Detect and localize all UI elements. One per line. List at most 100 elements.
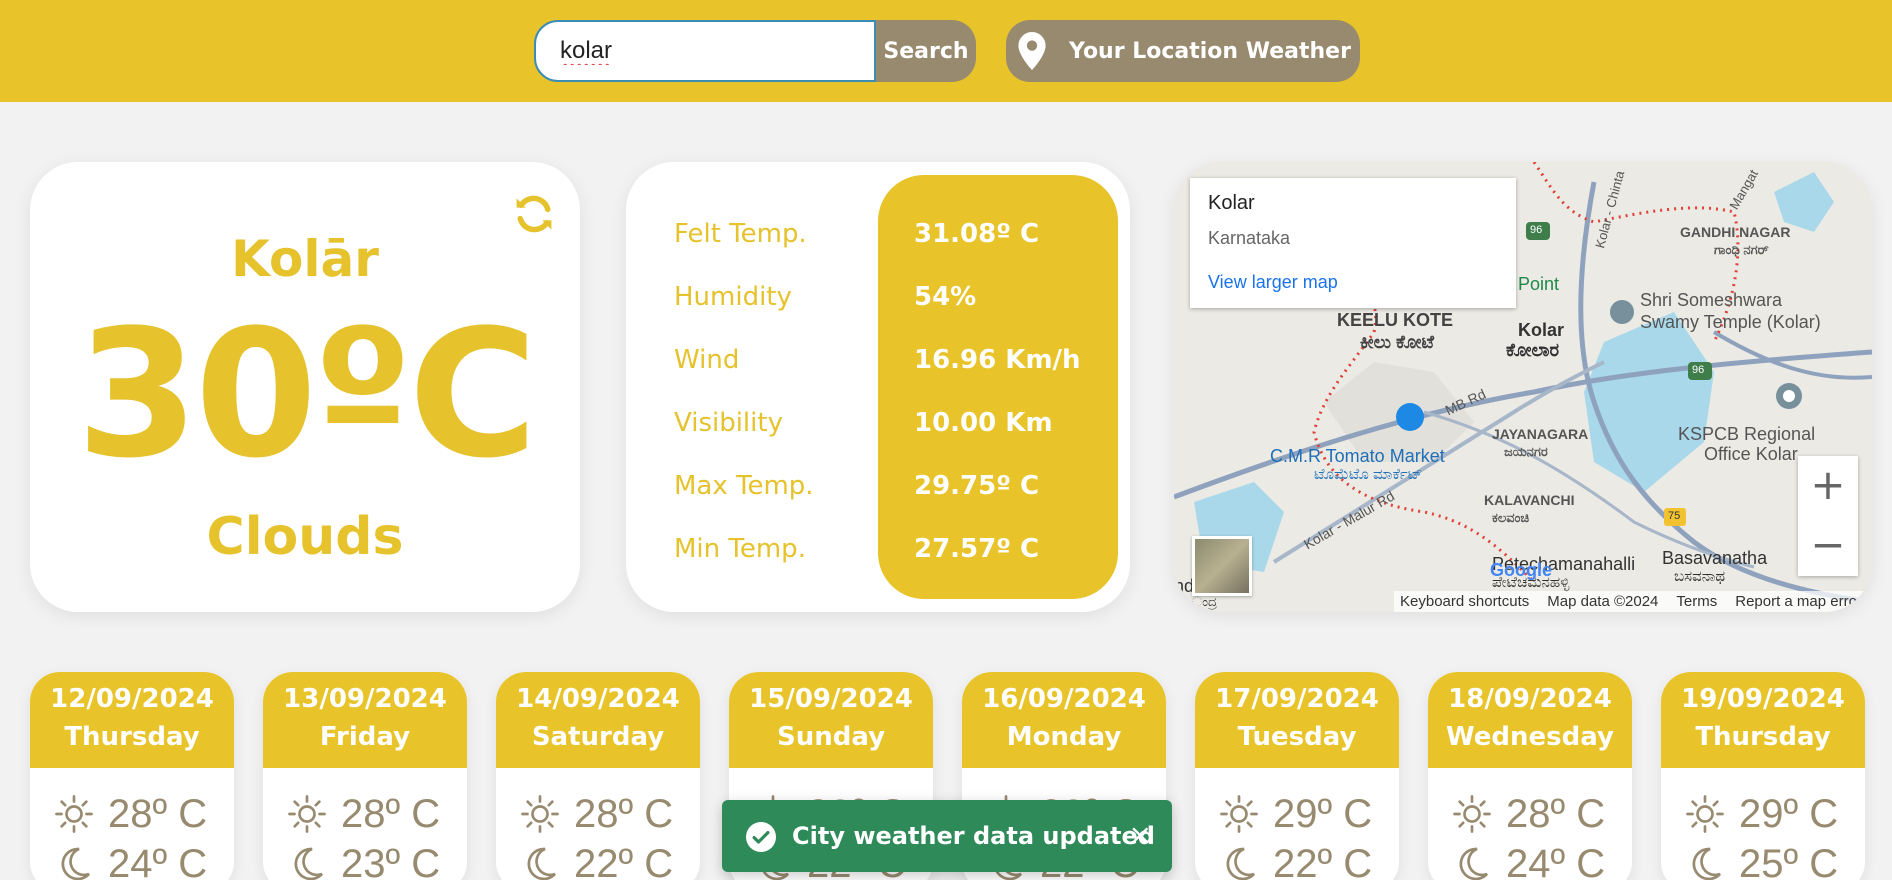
road-number: 96: [1530, 224, 1543, 236]
temple-marker-icon[interactable]: [1610, 300, 1634, 324]
detail-label: Visibility: [674, 408, 783, 438]
map-label: ಕಲವಂಚಿ: [1492, 510, 1530, 525]
location-map[interactable]: 96 96 75 KEELU KOTE ಕೀಲು ಕೋಟೆ Kolar ಕೋಲಾ…: [1174, 162, 1872, 612]
view-larger-map-link[interactable]: View larger map: [1208, 272, 1338, 293]
detail-label: Max Temp.: [674, 471, 814, 501]
forecast-header: 19/09/2024 Thursday: [1661, 672, 1865, 768]
terms-link[interactable]: Terms: [1676, 591, 1717, 612]
report-error-link[interactable]: Report a map erro: [1735, 591, 1857, 612]
sun-icon: [521, 795, 559, 833]
road-number: 96: [1692, 364, 1705, 376]
forecast-card: 19/09/2024 Thursday 29º C 25º C: [1661, 672, 1865, 880]
zoom-controls: + −: [1798, 456, 1858, 576]
detail-row: Max Temp. 29.75º C: [626, 466, 1130, 506]
forecast-min-temp: 22º C: [1273, 841, 1373, 880]
zoom-in-button[interactable]: +: [1798, 456, 1858, 516]
forecast-day: Friday: [319, 722, 411, 752]
location-weather-button[interactable]: Your Location Weather: [1006, 20, 1360, 82]
forecast-day: Thursday: [1695, 722, 1831, 752]
map-label: ಕೀಲು ಕೋಟೆ: [1360, 332, 1434, 352]
forecast-card: 18/09/2024 Wednesday 28º C 24º C: [1428, 672, 1632, 880]
map-label: Office Kolar: [1704, 444, 1798, 464]
search-form: Search: [534, 20, 976, 82]
map-label: ಕೋಲಾರ: [1506, 340, 1560, 360]
check-circle-icon: [746, 822, 776, 852]
moon-icon: [294, 847, 323, 880]
map-label: C.M.R Tomato Market: [1270, 446, 1445, 466]
map-label: Swamy Temple (Kolar): [1640, 312, 1821, 332]
map-info-popup: Kolar Karnataka View larger map: [1190, 178, 1516, 308]
forecast-card: 13/09/2024 Friday 28º C 23º C: [263, 672, 467, 880]
forecast-card: 14/09/2024 Saturday 28º C 22º C: [496, 672, 700, 880]
weather-details-card: Felt Temp. 31.08º C Humidity 54% Wind 16.96…: [626, 162, 1130, 612]
forecast-date: 17/09/2024: [1215, 684, 1379, 714]
map-footer: Keyboard shortcuts Map data ©2024 Terms …: [1394, 591, 1872, 612]
city-name: Kolār: [231, 230, 379, 288]
top-bar: Search Your Location Weather: [0, 0, 1892, 102]
map-label: Point: [1518, 274, 1560, 294]
detail-label: Felt Temp.: [674, 219, 807, 249]
forecast-day: Wednesday: [1446, 722, 1614, 752]
map-label: GANDHI NAGAR: [1680, 224, 1791, 240]
map-label: KSPCB Regional: [1678, 424, 1816, 444]
forecast-date: 16/09/2024: [982, 684, 1146, 714]
forecast-card: 17/09/2024 Tuesday 29º C 22º C: [1195, 672, 1399, 880]
sun-icon: [55, 795, 93, 833]
forecast-max-row: 28º C: [1452, 791, 1606, 836]
forecast-min-row: 22º C: [520, 842, 673, 880]
forecast-date: 13/09/2024: [283, 684, 447, 714]
forecast-header: 13/09/2024 Friday: [263, 672, 467, 768]
current-temperature: 30ºC: [76, 292, 537, 497]
detail-row: Felt Temp. 31.08º C: [626, 214, 1130, 254]
map-label: KALAVANCHI: [1484, 492, 1575, 508]
detail-row: Humidity 54%: [626, 277, 1130, 317]
moon-icon: [61, 847, 90, 880]
forecast-min-row: 24º C: [54, 842, 207, 880]
map-label: KEELU KOTE: [1337, 310, 1454, 330]
forecast-date: 18/09/2024: [1448, 684, 1612, 714]
forecast-max-row: 28º C: [287, 792, 440, 836]
forecast-min-temp: 24º C: [1506, 841, 1606, 880]
keyboard-shortcuts-link[interactable]: Keyboard shortcuts: [1400, 591, 1529, 612]
toast-close-button[interactable]: ×: [1129, 818, 1152, 851]
forecast-day: Monday: [1006, 722, 1122, 752]
forecast-header: 16/09/2024 Monday: [962, 672, 1166, 768]
detail-label: Min Temp.: [674, 534, 806, 564]
detail-value: 54%: [914, 282, 977, 312]
detail-label: Humidity: [674, 282, 792, 312]
search-input[interactable]: [534, 20, 876, 82]
detail-label: Wind: [674, 345, 740, 375]
popup-subtitle: Karnataka: [1208, 228, 1291, 248]
detail-value: 27.57º C: [914, 534, 1040, 564]
forecast-min-row: 23º C: [287, 842, 440, 880]
map-label: Basavanatha: [1662, 548, 1768, 568]
map-label: ಬಸವನಾಥ: [1674, 568, 1726, 585]
toast-message: City weather data updated: [792, 822, 1155, 850]
forecast-max-temp: 28º C: [108, 791, 208, 836]
forecast-date: 12/09/2024: [50, 684, 214, 714]
zoom-out-button[interactable]: −: [1798, 516, 1858, 576]
market-marker-icon[interactable]: [1396, 403, 1424, 431]
detail-value: 31.08º C: [914, 219, 1040, 249]
search-button[interactable]: Search: [876, 20, 976, 82]
popup-title: Kolar: [1208, 192, 1255, 214]
forecast-min-row: 22º C: [1219, 841, 1373, 880]
detail-row: Visibility 10.00 Km: [626, 403, 1130, 443]
location-pin-icon: [1018, 32, 1046, 70]
google-logo: Google: [1490, 560, 1552, 580]
forecast-max-row: 29º C: [1219, 791, 1373, 836]
forecast-max-row: 29º C: [1685, 792, 1838, 836]
forecast-day: Sunday: [776, 722, 886, 752]
detail-value: 29.75º C: [914, 471, 1040, 501]
forecast-max-row: 28º C: [54, 791, 208, 836]
forecast-header: 15/09/2024 Sunday: [729, 672, 933, 768]
satellite-toggle[interactable]: [1192, 536, 1252, 596]
forecast-min-row: 24º C: [1452, 841, 1606, 880]
map-label: Shri Someshwara: [1640, 290, 1783, 310]
forecast-header: 17/09/2024 Tuesday: [1195, 672, 1399, 768]
weather-condition: Clouds: [206, 507, 404, 567]
forecast-min-row: 25º C: [1685, 842, 1838, 880]
forecast-max-temp: 29º C: [1273, 791, 1373, 836]
forecast-max-temp: 28º C: [1506, 791, 1606, 836]
detail-row: Wind 16.96 Km/h: [626, 340, 1130, 380]
